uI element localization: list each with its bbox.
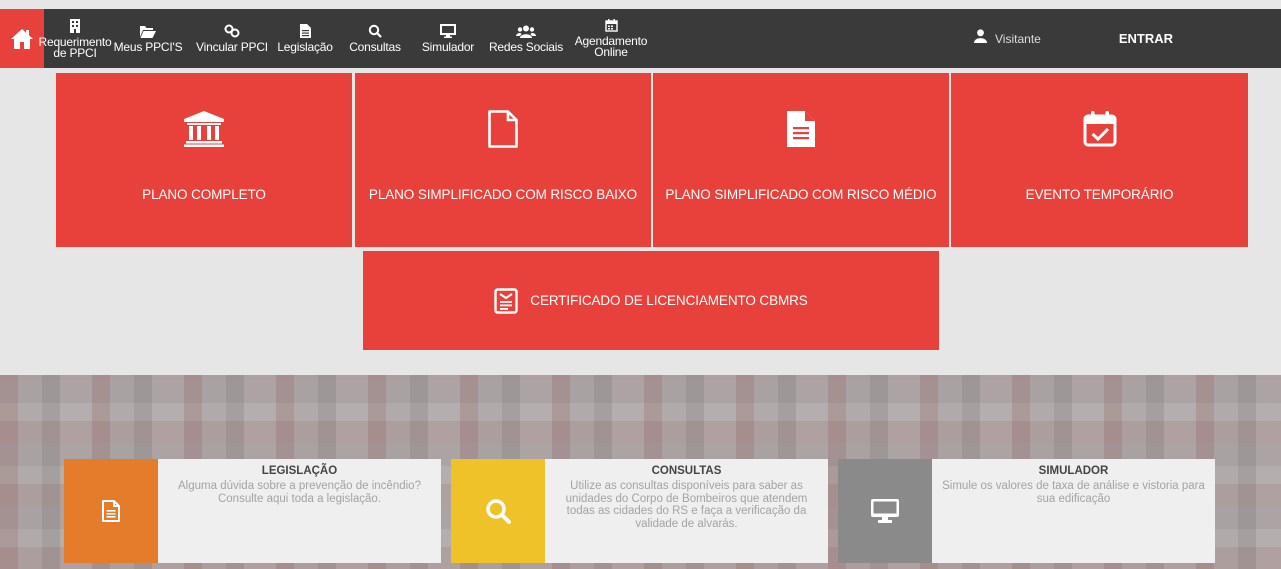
folder-open-icon: [140, 25, 156, 38]
card-icon-panel: [64, 459, 158, 563]
users-icon: [516, 25, 536, 38]
nav-meus-ppcis[interactable]: Meus PPCI'S: [106, 9, 190, 68]
login-button[interactable]: ENTRAR: [1119, 9, 1173, 68]
document-icon: [102, 500, 120, 522]
nav-label: Vincular PPCI: [196, 40, 268, 54]
card-body: CONSULTAS Utilize as consultas disponíve…: [545, 459, 828, 563]
card-title: LEGISLAÇÃO: [261, 465, 338, 477]
calendar-check-icon: [1083, 109, 1117, 149]
card-text: Simule os valores de taxa de análise e v…: [942, 480, 1205, 505]
main-navbar: Requerimento de PPCI Meus PPCI'S Vincula…: [0, 9, 1281, 68]
search-icon: [486, 499, 511, 524]
tile-label: EVENTO TEMPORÁRIO: [1025, 187, 1174, 202]
document-icon: [299, 24, 311, 38]
nav-label: Meus PPCI'S: [113, 39, 183, 54]
card-title: CONSULTAS: [651, 465, 722, 477]
tile-evento-temporario[interactable]: EVENTO TEMPORÁRIO: [951, 73, 1248, 247]
nav-label: Redes Sociais: [488, 39, 564, 54]
calendar-icon: [604, 19, 618, 32]
nav-vincular-ppci[interactable]: Vincular PPCI: [190, 9, 274, 68]
card-body: SIMULADOR Simule os valores de taxa de a…: [932, 459, 1215, 563]
nav-simulador[interactable]: Simulador: [414, 9, 482, 68]
home-icon: [11, 28, 33, 49]
link-icon: [224, 24, 240, 38]
search-icon: [368, 24, 382, 38]
card-legislacao[interactable]: LEGISLAÇÃO Alguma dúvida sobre a prevenç…: [64, 459, 441, 563]
nav-legislacao[interactable]: Legislação: [274, 9, 336, 68]
tile-label: PLANO SIMPLIFICADO COM RISCO BAIXO: [368, 187, 638, 202]
text-file-icon: [787, 109, 815, 149]
tile-label: PLANO SIMPLIFICADO COM RISCO MÉDIO: [665, 187, 937, 202]
card-icon-panel: [451, 459, 545, 563]
nav-label: Requerimento de PPCI: [38, 34, 112, 60]
bank-icon: [184, 109, 224, 149]
card-title: SIMULADOR: [1038, 465, 1109, 477]
monitor-icon: [440, 24, 456, 38]
card-icon-panel: [838, 459, 932, 563]
tile-plano-simplificado-risco-baixo[interactable]: PLANO SIMPLIFICADO COM RISCO BAIXO: [355, 73, 651, 247]
card-body: LEGISLAÇÃO Alguma dúvida sobre a prevenç…: [158, 459, 441, 563]
user-indicator: Visitante: [974, 9, 1041, 68]
tile-plano-simplificado-risco-medio[interactable]: PLANO SIMPLIFICADO COM RISCO MÉDIO: [653, 73, 949, 247]
user-name: Visitante: [995, 31, 1041, 46]
card-simulador[interactable]: SIMULADOR Simule os valores de taxa de a…: [838, 459, 1215, 563]
certificate-icon: [494, 287, 518, 314]
top-area: Requerimento de PPCI Meus PPCI'S Vincula…: [0, 0, 1281, 70]
user-icon: [974, 28, 988, 43]
nav-consultas[interactable]: Consultas: [336, 9, 414, 68]
tile-certificado-licenciamento[interactable]: CERTIFICADO DE LICENCIAMENTO CBMRS: [363, 251, 939, 350]
tile-label: PLANO COMPLETO: [142, 187, 266, 202]
card-text: Alguma dúvida sobre a prevenção de incên…: [178, 480, 421, 505]
nav-label: Simulador: [421, 40, 475, 54]
nav-requerimento[interactable]: Requerimento de PPCI: [39, 9, 112, 68]
nav-label: Consultas: [349, 40, 401, 54]
blank-file-icon: [488, 109, 518, 149]
card-text: Utilize as consultas disponíveis para sa…: [565, 480, 808, 530]
nav-redes-sociais[interactable]: Redes Sociais: [482, 9, 570, 68]
nav-label: Agendamento Online: [574, 34, 648, 59]
tile-label: CERTIFICADO DE LICENCIAMENTO CBMRS: [530, 293, 808, 308]
monitor-icon: [871, 499, 899, 523]
building-icon: [70, 18, 80, 33]
nav-label: Legislação: [277, 40, 333, 54]
home-button[interactable]: [0, 9, 44, 68]
nav-agendamento-online[interactable]: Agendamento Online: [570, 9, 652, 68]
card-consultas[interactable]: CONSULTAS Utilize as consultas disponíve…: [451, 459, 828, 563]
tile-plano-completo[interactable]: PLANO COMPLETO: [56, 73, 352, 247]
